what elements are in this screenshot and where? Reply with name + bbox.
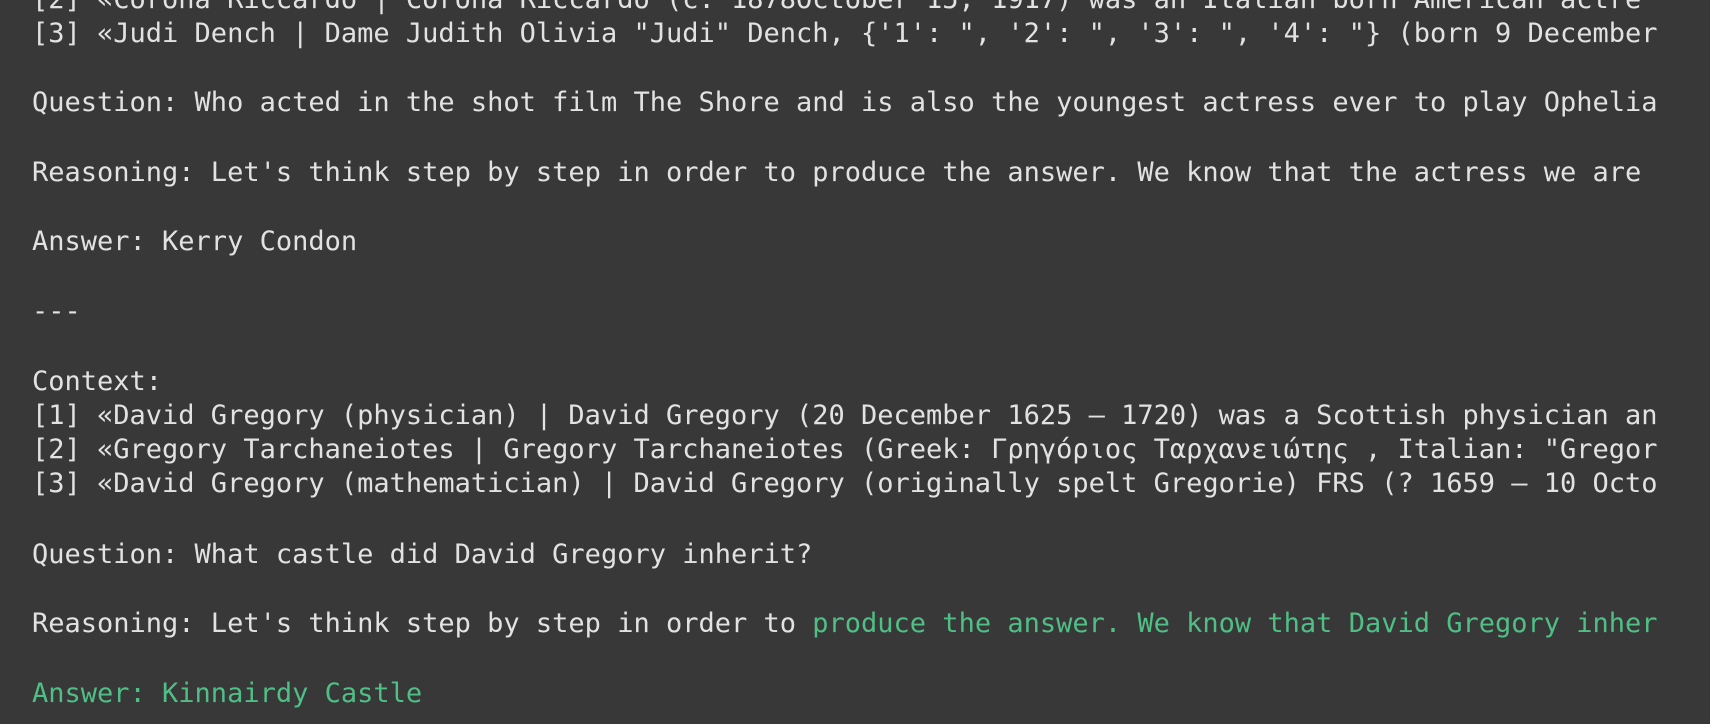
context-entry-1: [1] «David Gregory (physician) | David G… [32, 400, 1658, 431]
reasoning-line: Reasoning: Let's think step by step in o… [32, 157, 1642, 188]
question-line: Question: Who acted in the shot film The… [32, 87, 1658, 118]
context-label: Context: [32, 366, 163, 397]
context-entry-3: [3] «Judi Dench | Dame Judith Olivia "Ju… [32, 18, 1658, 49]
generated-answer: Answer: Kinnairdy Castle [32, 678, 423, 709]
reasoning-prefix: Reasoning: Let's think step by step in o… [32, 608, 813, 639]
context-entry-2: [2] «Gregory Tarchaneiotes | Gregory Tar… [32, 434, 1658, 465]
question-line: Question: What castle did David Gregory … [32, 539, 813, 570]
reasoning-line: Reasoning: Let's think step by step in o… [32, 607, 1658, 641]
generated-reasoning: produce the answer. We know that David G… [812, 608, 1658, 639]
answer-line: Answer: Kerry Condon [32, 226, 358, 257]
context-entry-3: [3] «David Gregory (mathematician) | Dav… [32, 468, 1658, 499]
context-entry-2: [2] «Corona Riccardo | Corona Riccardo (… [32, 0, 1641, 17]
terminal-output: [2] «Corona Riccardo | Corona Riccardo (… [0, 0, 1710, 724]
separator: --- [32, 296, 81, 327]
